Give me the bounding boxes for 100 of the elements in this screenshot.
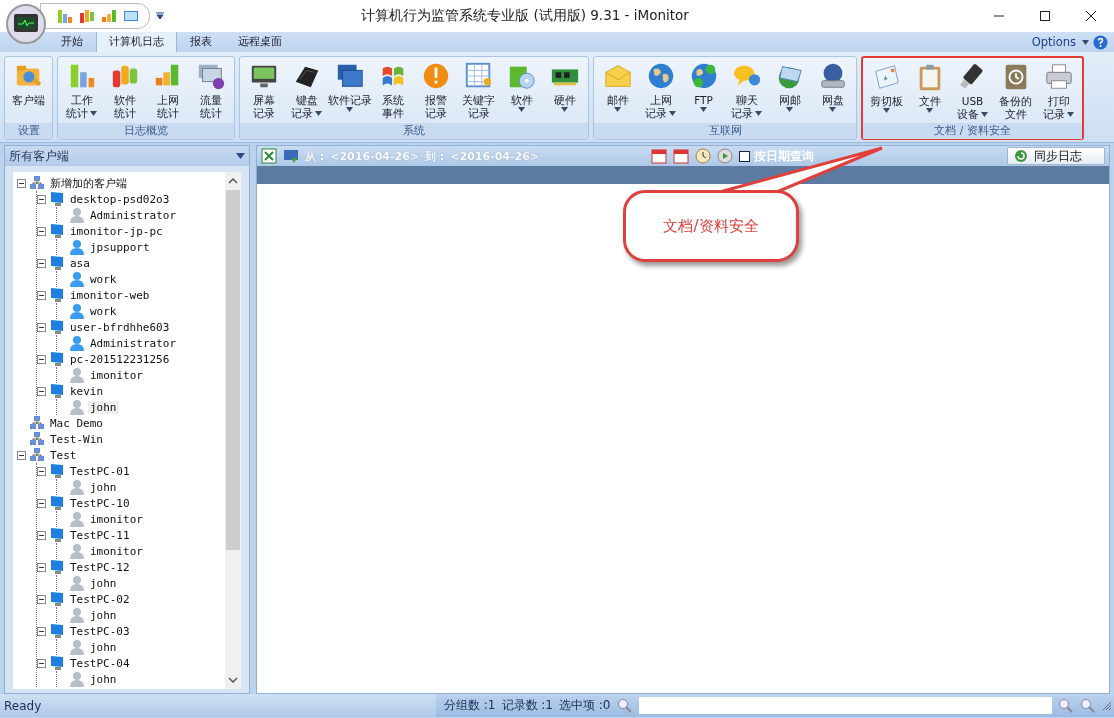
tree-item[interactable]: john <box>88 640 119 654</box>
bar-chart-icon[interactable] <box>101 8 117 24</box>
search-icon[interactable] <box>616 697 633 714</box>
bar-chart-icon[interactable] <box>57 8 73 24</box>
tree-item[interactable]: Test <box>48 448 79 462</box>
tree-item[interactable]: desktop-psd02o3 <box>68 192 172 206</box>
collapse-icon[interactable] <box>37 226 46 236</box>
ribbon-button[interactable]: 邮件 <box>596 59 639 121</box>
tree-item[interactable]: TestPC-11 <box>68 528 132 542</box>
tree-item[interactable]: john <box>88 672 119 686</box>
tree-item[interactable]: Administrator <box>88 336 179 350</box>
ribbon-button[interactable]: 报警 记录 <box>414 59 457 121</box>
tree-item[interactable]: TestPC-12 <box>68 560 132 574</box>
tree-item[interactable]: john <box>88 480 119 494</box>
tree-item[interactable]: kevin <box>68 384 106 398</box>
ribbon-button[interactable]: 系统 事件 <box>371 59 414 121</box>
collapse-icon[interactable] <box>37 626 46 636</box>
tree-item[interactable]: Test-Win <box>48 432 105 446</box>
tree-item[interactable]: imonitor <box>88 368 145 382</box>
collapse-icon[interactable] <box>37 322 46 332</box>
tree-item[interactable]: jpsupport <box>88 240 152 254</box>
tree-item[interactable]: TestPC-02 <box>68 592 132 606</box>
panel-header[interactable]: 所有客户端 <box>5 146 249 166</box>
tree-item[interactable]: TestPC-01 <box>68 464 132 478</box>
tree-item[interactable]: work <box>88 304 119 318</box>
help-icon[interactable] <box>1093 34 1108 50</box>
bar-chart-icon[interactable] <box>79 8 95 24</box>
collapse-icon[interactable] <box>17 450 26 460</box>
collapse-icon[interactable] <box>37 594 46 604</box>
sync-log-button[interactable]: 同步日志 <box>1007 147 1105 165</box>
collapse-icon[interactable] <box>37 386 46 396</box>
tree-item[interactable]: imonitor <box>88 544 145 558</box>
ribbon-button[interactable]: 硬件 <box>543 59 586 121</box>
ribbon-button[interactable]: 文件 <box>908 60 951 121</box>
calendar-icon[interactable] <box>651 148 668 164</box>
collapse-icon[interactable] <box>37 290 46 300</box>
collapse-icon[interactable] <box>37 258 46 268</box>
spreadsheet-export-icon[interactable] <box>261 148 277 164</box>
search-icon[interactable] <box>1058 697 1074 714</box>
ribbon-button[interactable]: 流量 统计 <box>189 59 232 121</box>
tree-item[interactable]: imonitor-jp-pc <box>68 224 165 238</box>
scroll-down-icon[interactable] <box>227 674 239 686</box>
refresh-icon[interactable] <box>717 148 734 164</box>
tree-item[interactable]: asa <box>68 256 92 270</box>
tree-item[interactable]: TestPC-10 <box>68 496 132 510</box>
ribbon-button[interactable]: 软件 统计 <box>103 59 146 121</box>
ribbon-tab[interactable]: 计算机日志 <box>96 30 177 52</box>
caret-icon[interactable] <box>236 153 245 159</box>
tree-item[interactable]: TestPC-04 <box>68 656 132 670</box>
ribbon-button[interactable]: 网邮 <box>768 59 811 121</box>
ribbon-tab[interactable]: 报表 <box>177 30 225 52</box>
tree-item[interactable]: TestPC-03 <box>68 624 132 638</box>
tree-item[interactable]: imonitor-web <box>68 288 152 302</box>
tree-item[interactable]: Mac Demo <box>48 416 105 430</box>
collapse-icon[interactable] <box>37 658 46 668</box>
ribbon-button[interactable]: 网盘 <box>811 59 854 121</box>
collapse-icon[interactable] <box>37 466 46 476</box>
ribbon-button[interactable]: 屏幕 记录 <box>242 59 285 121</box>
tree-item[interactable]: john <box>88 576 119 590</box>
search-icon[interactable] <box>1080 697 1096 714</box>
tree-item[interactable]: 新增加的客户端 <box>48 175 129 191</box>
ribbon-tab[interactable]: 远程桌面 <box>225 30 295 52</box>
collapse-icon[interactable] <box>37 498 46 508</box>
options-menu[interactable]: Options <box>1029 35 1078 49</box>
collapse-icon[interactable] <box>37 562 46 572</box>
app-menu-button[interactable] <box>6 4 46 44</box>
calendar-icon[interactable] <box>673 148 690 164</box>
ribbon-button[interactable]: 打印 记录 <box>1037 60 1080 121</box>
ribbon-tab[interactable]: 开始 <box>48 30 96 52</box>
ribbon-button[interactable]: 软件 <box>500 59 543 121</box>
collapse-icon[interactable] <box>17 178 26 188</box>
collapse-icon[interactable] <box>37 530 46 540</box>
tree-item[interactable]: Administrator <box>88 208 179 222</box>
monitor-icon[interactable] <box>123 8 139 24</box>
clock-icon[interactable] <box>695 148 712 164</box>
collapse-icon[interactable] <box>37 194 46 204</box>
tree-item[interactable]: pc-201512231256 <box>68 352 172 366</box>
resize-grip-icon[interactable] <box>1102 700 1112 711</box>
ribbon-button[interactable]: 软件记录 <box>328 59 371 121</box>
scrollbar[interactable] <box>225 172 241 689</box>
html-export-icon[interactable] <box>283 148 299 164</box>
ribbon-button[interactable]: 键盘 记录 <box>285 59 328 121</box>
ribbon-button[interactable]: 聊天 记录 <box>725 59 768 121</box>
tree-item[interactable]: imonitor <box>88 512 145 526</box>
ribbon-button[interactable]: 关键字 记录 <box>457 59 500 121</box>
ribbon-button[interactable]: FTP <box>682 59 725 121</box>
search-field[interactable] <box>638 697 1052 714</box>
tree-item[interactable]: work <box>88 272 119 286</box>
tree-item[interactable]: john <box>88 400 119 414</box>
ribbon-button[interactable]: 上网 统计 <box>146 59 189 121</box>
customize-caret-icon[interactable] <box>156 12 164 20</box>
ribbon-button[interactable]: 客户端 <box>7 59 50 121</box>
tree-item[interactable]: user-bfrdhhe603 <box>68 320 172 334</box>
collapse-icon[interactable] <box>37 354 46 364</box>
ribbon-button[interactable]: 工作 统计 <box>60 59 103 121</box>
ribbon-button[interactable]: 剪切板 <box>865 60 908 121</box>
ribbon-button[interactable]: USB 设备 <box>951 60 994 121</box>
ribbon-button[interactable]: 上网 记录 <box>639 59 682 121</box>
tree-item[interactable]: john <box>88 608 119 622</box>
ribbon-button[interactable]: 备份的 文件 <box>994 60 1037 121</box>
